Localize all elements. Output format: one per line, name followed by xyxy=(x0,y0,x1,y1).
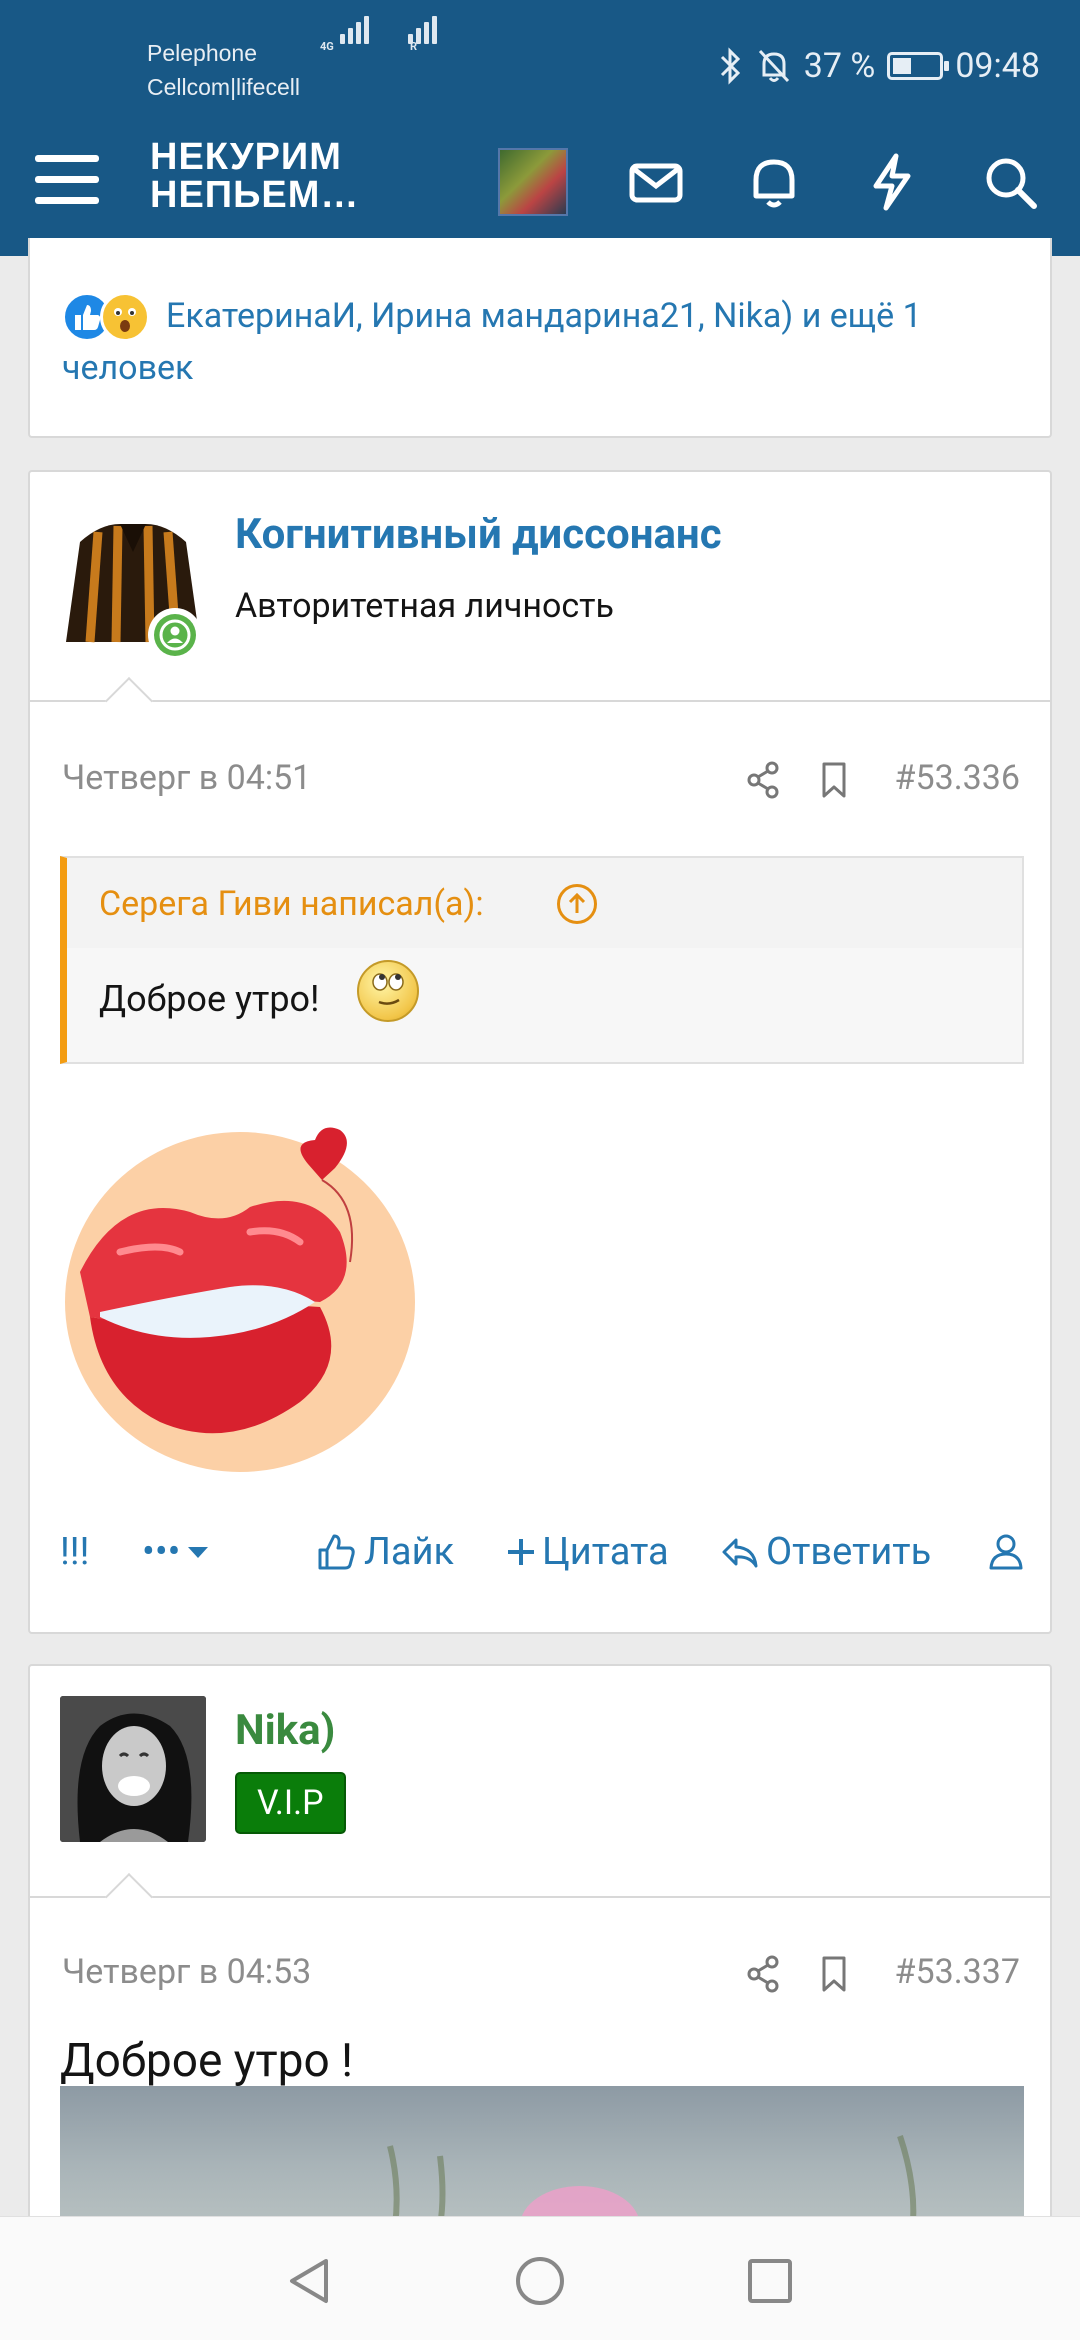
quote-text: Доброе утро! xyxy=(99,978,320,1020)
like-button[interactable]: Лайк xyxy=(314,1522,454,1582)
plus-icon xyxy=(508,1539,534,1565)
post-date[interactable]: Четверг в 04:51 xyxy=(62,758,311,798)
header-notch xyxy=(104,676,154,726)
bookmark-icon[interactable] xyxy=(812,758,856,802)
thumbs-up-icon xyxy=(318,1534,355,1570)
reply-label: Ответить xyxy=(766,1530,932,1574)
more-label: ••• xyxy=(142,1530,181,1574)
recents-icon[interactable] xyxy=(742,2253,798,2309)
post-author-name[interactable]: Nika) xyxy=(235,1706,335,1755)
more-options-button[interactable]: ••• xyxy=(142,1522,210,1582)
quote-author[interactable]: Серега Гиви написал(а): xyxy=(99,884,484,924)
back-icon[interactable] xyxy=(282,2253,338,2309)
logo-line1: НЕКУРИМ xyxy=(150,136,342,178)
carrier-info: Pelephone Cellcom|lifecell xyxy=(147,36,300,104)
network-type-label: 4G xyxy=(320,40,334,53)
post-text: Доброе утро ! xyxy=(60,2034,353,2088)
clock: 09:48 xyxy=(955,46,1040,86)
online-status-icon xyxy=(148,608,202,662)
status-right: 37 % 09:48 xyxy=(718,46,1040,86)
reaction-users-link[interactable]: ЕкатеринаИ, Ирина мандарина21, Nika) и е… xyxy=(62,290,1042,394)
battery-percent: 37 % xyxy=(803,46,876,86)
quote-button[interactable]: Цитата xyxy=(506,1522,669,1582)
bluetooth-icon xyxy=(720,47,740,85)
quote-label: Цитата xyxy=(542,1530,669,1574)
mail-icon[interactable] xyxy=(624,150,688,214)
post-author-title: Авторитетная личность xyxy=(235,586,614,626)
site-logo[interactable]: НЕКУРИМ НЕПЬЕМ… xyxy=(150,138,359,214)
top-app-bar: Pelephone Cellcom|lifecell 4G R 37 % 09:… xyxy=(0,0,1080,256)
mute-bell-icon xyxy=(758,49,789,83)
share-icon[interactable] xyxy=(742,1952,786,1996)
post-actions-bar: !!! ••• Лайк Цитата Ответить xyxy=(30,1522,1050,1582)
divider xyxy=(30,1896,1050,1898)
vip-badge: V.I.P xyxy=(235,1772,346,1834)
post-author-name[interactable]: Когнитивный диссонанс xyxy=(235,510,722,559)
lightning-icon[interactable] xyxy=(860,150,924,214)
bookmark-icon[interactable] xyxy=(812,1952,856,1996)
carrier-2: Cellcom|lifecell xyxy=(147,74,300,100)
share-icon[interactable] xyxy=(742,758,786,802)
user-avatar[interactable] xyxy=(498,148,568,216)
logo-line2: НЕПЬЕМ… xyxy=(150,174,360,216)
exclaim-button[interactable]: !!! xyxy=(60,1522,89,1582)
divider xyxy=(30,700,1050,702)
system-nav-bar xyxy=(0,2216,1080,2340)
chevron-down-icon xyxy=(188,1547,209,1558)
kiss-lips-image xyxy=(65,1127,415,1472)
rolling-eyes-smiley-icon xyxy=(357,960,419,1022)
quote-jump-up-icon[interactable] xyxy=(557,884,597,924)
post-author-avatar[interactable] xyxy=(60,1696,206,1842)
search-icon[interactable] xyxy=(978,150,1042,214)
reactions-summary: ЕкатеринаИ, Ирина мандарина21, Nika) и е… xyxy=(28,238,1052,438)
like-label: Лайк xyxy=(364,1530,455,1574)
post-number[interactable]: #53.336 xyxy=(895,758,1020,798)
home-icon[interactable] xyxy=(512,2253,568,2309)
header-notch xyxy=(104,1872,154,1922)
post-date[interactable]: Четверг в 04:53 xyxy=(62,1952,311,1992)
quote-block: Серега Гиви написал(а): Доброе утро! xyxy=(60,856,1024,1064)
reply-arrow-icon xyxy=(722,1538,758,1568)
bell-icon[interactable] xyxy=(742,150,806,214)
post-card: Когнитивный диссонанс Авторитетная лично… xyxy=(28,470,1052,1634)
post-number[interactable]: #53.337 xyxy=(895,1952,1020,1992)
menu-hamburger-icon[interactable] xyxy=(35,155,99,211)
post-author-avatar[interactable] xyxy=(60,502,206,662)
status-bar: Pelephone Cellcom|lifecell 4G R 37 % 09:… xyxy=(0,0,1080,130)
exclaim-label: !!! xyxy=(60,1530,90,1574)
carrier-1: Pelephone xyxy=(147,40,257,66)
user-profile-icon[interactable] xyxy=(984,1530,1028,1574)
reply-button[interactable]: Ответить xyxy=(720,1522,931,1582)
battery-icon xyxy=(887,52,950,80)
